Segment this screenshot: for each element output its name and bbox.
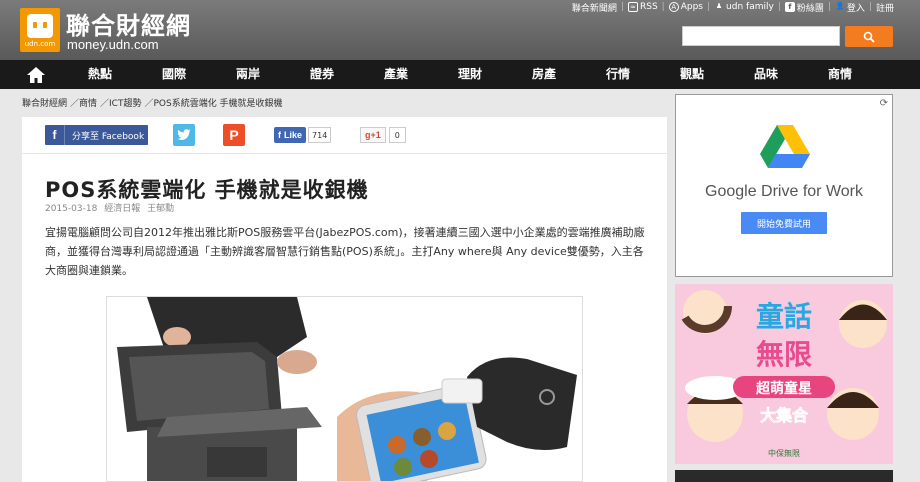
- ad-headline: Google Drive for Work: [705, 183, 863, 200]
- toplink-udn-news[interactable]: 聯合新聞網: [572, 1, 617, 14]
- article-date: 2015-03-18: [45, 204, 98, 214]
- google-drive-ad[interactable]: ⟳ Google Drive for Work 開始免費試用: [675, 94, 893, 277]
- family-icon: ♟: [715, 2, 723, 10]
- article-body: 宜揚電腦顧問公司自2012年推出雅比斯POS服務雲平台(JabezPOS.com…: [45, 226, 645, 277]
- article-source: 經濟日報: [104, 204, 141, 214]
- twitter-icon: [177, 129, 191, 140]
- gplus-button[interactable]: g+1: [360, 127, 386, 143]
- gplus-share[interactable]: g+1 0: [360, 127, 406, 143]
- site-logo[interactable]: udn.com 聯合財經網 money.udn.com: [20, 8, 196, 54]
- nav-item-hot[interactable]: 熱點: [88, 60, 112, 89]
- article-title: POS系統雲端化 手機就是收銀機: [45, 178, 369, 202]
- nav-item-cross-strait[interactable]: 兩岸: [236, 60, 260, 89]
- breadcrumb-home[interactable]: 聯合財經網: [22, 99, 67, 109]
- nav-item-international[interactable]: 國際: [162, 60, 186, 89]
- plurk-icon: P: [229, 127, 239, 143]
- breadcrumb-ict[interactable]: ／ICT趨勢: [100, 99, 141, 109]
- facebook-icon: f: [278, 130, 281, 140]
- user-icon: 👤: [835, 2, 845, 10]
- facebook-icon: f: [784, 2, 795, 12]
- rss-icon: ≈: [627, 2, 638, 12]
- toplink-apps[interactable]: A Apps: [668, 2, 703, 12]
- kids-title-2: 無限: [756, 338, 812, 371]
- kids-title-4: 大集合: [760, 406, 809, 425]
- kids-brand: 中保無限: [768, 448, 800, 458]
- article-author: 王郁勳: [147, 204, 175, 214]
- main-nav: 熱點 國際 兩岸 證券 產業 理財 房產 行情 觀點 品味 商情: [0, 60, 920, 89]
- breadcrumb-business[interactable]: ／商情: [70, 99, 97, 109]
- kids-promo-ad[interactable]: 童話 無限 超萌童星 大集合 中保無限: [675, 284, 893, 464]
- nav-item-taste[interactable]: 品味: [754, 60, 778, 89]
- facebook-share-button[interactable]: f 分享至 Facebook: [45, 125, 148, 145]
- article-meta: 2015-03-18 經濟日報 王郁勳: [45, 201, 178, 214]
- nav-item-market[interactable]: 行情: [606, 60, 630, 89]
- logo-title-cn: 聯合財經網: [66, 12, 191, 40]
- article-panel: f 分享至 Facebook P f Like 714 g+1 0 POS系統雲端…: [22, 117, 667, 482]
- nav-item-opinion[interactable]: 觀點: [680, 60, 704, 89]
- site-header: udn.com 聯合財經網 money.udn.com 聯合新聞網 | ≈ RSS…: [0, 0, 920, 60]
- article-image: [106, 296, 583, 482]
- toplink-fanpage[interactable]: f 粉絲團: [784, 1, 824, 14]
- nav-item-business[interactable]: 商情: [828, 60, 852, 89]
- nav-item-finance[interactable]: 理財: [458, 60, 482, 89]
- facebook-icon: f: [45, 125, 65, 145]
- search-input[interactable]: [682, 26, 840, 46]
- like-button[interactable]: f Like: [274, 127, 307, 143]
- free-trial-button[interactable]: 開始免費試用: [741, 212, 827, 234]
- logo-title-en: money.udn.com: [67, 37, 159, 52]
- google-drive-icon: [760, 125, 810, 168]
- kids-title-3: 超萌童星: [755, 380, 812, 397]
- logo-icon: udn.com: [20, 8, 60, 52]
- toplink-rss[interactable]: ≈ RSS: [627, 2, 658, 12]
- top-links: 聯合新聞網 | ≈ RSS | A Apps | ♟ udn family | f 粉絲…: [571, 1, 894, 14]
- divider: [22, 153, 667, 154]
- toplink-register[interactable]: 註冊: [876, 1, 894, 14]
- gplus-count: 0: [388, 127, 406, 143]
- apps-icon: A: [668, 2, 679, 12]
- nav-item-realestate[interactable]: 房產: [532, 60, 556, 89]
- nav-item-industry[interactable]: 產業: [384, 60, 408, 89]
- like-count: 714: [308, 127, 332, 143]
- facebook-like[interactable]: f Like 714: [274, 127, 332, 143]
- search-button[interactable]: [845, 26, 893, 47]
- sidebar-ad-3[interactable]: [675, 470, 893, 482]
- home-icon[interactable]: [26, 66, 46, 84]
- kids-title-1: 童話: [756, 300, 812, 333]
- breadcrumb-current: ／POS系統雲端化 手機就是收銀機: [144, 99, 283, 109]
- breadcrumb: 聯合財經網 ／商情 ／ICT趨勢 ／POS系統雲端化 手機就是收銀機: [22, 96, 286, 109]
- twitter-share-button[interactable]: [173, 124, 195, 146]
- plurk-share-button[interactable]: P: [223, 124, 245, 146]
- adchoices-icon[interactable]: ⟳: [880, 98, 888, 109]
- toplink-udn-family[interactable]: ♟ udn family: [714, 2, 774, 12]
- nav-item-securities[interactable]: 證券: [310, 60, 334, 89]
- search-icon: [863, 31, 875, 43]
- toplink-login[interactable]: 👤 登入: [835, 1, 865, 14]
